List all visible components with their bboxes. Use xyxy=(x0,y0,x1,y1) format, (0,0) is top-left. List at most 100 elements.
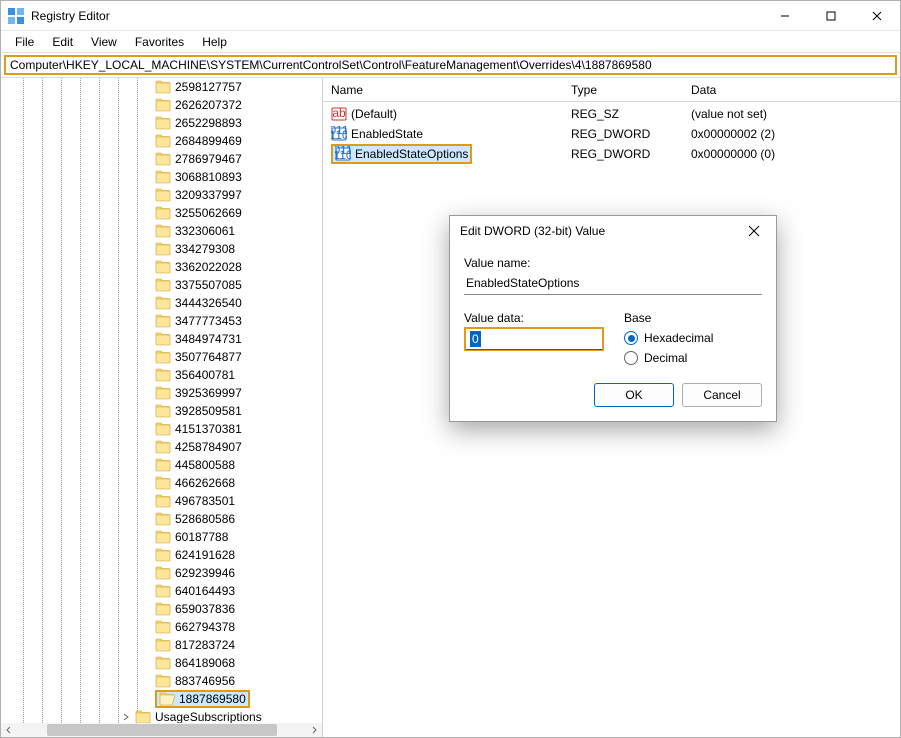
tree-item-label: 496783501 xyxy=(175,494,235,508)
col-type[interactable]: Type xyxy=(563,83,683,97)
tree-item[interactable]: 356400781 xyxy=(1,366,322,384)
tree-item[interactable]: 528680586 xyxy=(1,510,322,528)
tree-item[interactable]: 2598127757 xyxy=(1,78,322,96)
value-name: (Default) xyxy=(351,107,397,121)
tree-item-label: 629239946 xyxy=(175,566,235,580)
tree-item[interactable]: 332306061 xyxy=(1,222,322,240)
close-button[interactable] xyxy=(854,1,900,30)
tree-item[interactable]: 334279308 xyxy=(1,240,322,258)
tree-item[interactable]: 883746956 xyxy=(1,672,322,690)
folder-icon xyxy=(155,242,171,256)
tree-item[interactable]: 659037836 xyxy=(1,600,322,618)
tree-item[interactable]: 864189068 xyxy=(1,654,322,672)
tree-item[interactable]: 2786979467 xyxy=(1,150,322,168)
tree-item[interactable]: 3375507085 xyxy=(1,276,322,294)
folder-icon xyxy=(155,278,171,292)
dialog-close-button[interactable] xyxy=(742,219,766,243)
tree-item[interactable]: 817283724 xyxy=(1,636,322,654)
col-name[interactable]: Name xyxy=(323,83,563,97)
radio-hex[interactable]: Hexadecimal xyxy=(624,331,762,345)
tree-item-label: 2786979467 xyxy=(175,152,242,166)
folder-icon xyxy=(155,512,171,526)
tree-item[interactable]: 662794378 xyxy=(1,618,322,636)
values-list[interactable]: ab(Default)REG_SZ(value not set)011110En… xyxy=(323,102,900,164)
scroll-right-icon[interactable] xyxy=(306,723,322,737)
ok-button[interactable]: OK xyxy=(594,383,674,407)
folder-icon xyxy=(155,476,171,490)
menu-edit[interactable]: Edit xyxy=(44,33,81,51)
tree-item[interactable]: 3477773453 xyxy=(1,312,322,330)
tree-item-label: 3477773453 xyxy=(175,314,242,328)
chevron-right-icon[interactable] xyxy=(121,711,133,723)
tree-item[interactable]: 466262668 xyxy=(1,474,322,492)
tree-item-label: 4258784907 xyxy=(175,440,242,454)
tree-item[interactable]: 624191628 xyxy=(1,546,322,564)
tree-item[interactable]: 60187788 xyxy=(1,528,322,546)
menu-help[interactable]: Help xyxy=(194,33,235,51)
value-name-field[interactable]: EnabledStateOptions xyxy=(464,272,762,295)
folder-icon xyxy=(155,260,171,274)
value-type: REG_DWORD xyxy=(571,127,650,141)
folder-icon xyxy=(155,152,171,166)
tree-item[interactable]: 3068810893 xyxy=(1,168,322,186)
menu-file[interactable]: File xyxy=(7,33,42,51)
tree-item[interactable]: 629239946 xyxy=(1,564,322,582)
value-type: REG_DWORD xyxy=(571,147,650,161)
scroll-left-icon[interactable] xyxy=(1,723,17,737)
folder-icon xyxy=(155,314,171,328)
tree-item[interactable]: 3925369997 xyxy=(1,384,322,402)
menu-favorites[interactable]: Favorites xyxy=(127,33,192,51)
folder-icon xyxy=(155,602,171,616)
maximize-button[interactable] xyxy=(808,1,854,30)
tree-item[interactable]: 3928509581 xyxy=(1,402,322,420)
tree-hscrollbar[interactable] xyxy=(1,723,322,737)
menu-view[interactable]: View xyxy=(83,33,125,51)
tree-item[interactable]: 4258784907 xyxy=(1,438,322,456)
tree-item[interactable]: 2684899469 xyxy=(1,132,322,150)
value-row[interactable]: ab(Default)REG_SZ(value not set) xyxy=(323,104,900,124)
tree-item-label: 640164493 xyxy=(175,584,235,598)
tree-item[interactable]: 2652298893 xyxy=(1,114,322,132)
tree-pane[interactable]: 2598127757 2626207372 26522988932684899469… xyxy=(1,78,323,737)
tree-item[interactable]: 445800588 xyxy=(1,456,322,474)
dialog-titlebar: Edit DWORD (32-bit) Value xyxy=(450,216,776,246)
tree-item[interactable]: 3484974731 xyxy=(1,330,322,348)
tree-item[interactable]: 2626207372 xyxy=(1,96,322,114)
tree-item-label: 864189068 xyxy=(175,656,235,670)
value-data-selection: 0 xyxy=(470,331,481,347)
radio-dec[interactable]: Decimal xyxy=(624,351,762,365)
col-data[interactable]: Data xyxy=(683,83,900,97)
tree-item[interactable]: 4151370381 xyxy=(1,420,322,438)
tree-item[interactable]: 3507764877 xyxy=(1,348,322,366)
reg-dword-icon: 011110 xyxy=(331,126,347,142)
address-bar-container: Computer\HKEY_LOCAL_MACHINE\SYSTEM\Curre… xyxy=(1,53,900,78)
tree-item-label: 3928509581 xyxy=(175,404,242,418)
window-title: Registry Editor xyxy=(31,9,762,23)
tree-item[interactable]: 3209337997 xyxy=(1,186,322,204)
minimize-button[interactable] xyxy=(762,1,808,30)
tree-item-label: 2626207372 xyxy=(175,98,242,112)
tree-item-label: UsageSubscriptions xyxy=(155,710,262,724)
folder-icon xyxy=(155,584,171,598)
tree-item[interactable]: 3362022028 xyxy=(1,258,322,276)
tree-item-label: 3444326540 xyxy=(175,296,242,310)
radio-dec-label: Decimal xyxy=(644,351,687,365)
tree-item[interactable]: 640164493 xyxy=(1,582,322,600)
folder-icon xyxy=(155,350,171,364)
cancel-button[interactable]: Cancel xyxy=(682,383,762,407)
folder-icon xyxy=(155,188,171,202)
folder-icon xyxy=(155,530,171,544)
tree-item[interactable]: 3444326540 xyxy=(1,294,322,312)
tree-item-selected[interactable]: 1887869580 xyxy=(1,690,322,708)
tree-item[interactable]: 3255062669 xyxy=(1,204,322,222)
folder-icon xyxy=(155,548,171,562)
address-bar[interactable]: Computer\HKEY_LOCAL_MACHINE\SYSTEM\Curre… xyxy=(4,55,897,75)
value-data-field[interactable]: 0 xyxy=(464,327,604,351)
value-row[interactable]: 011110EnabledStateOptionsREG_DWORD0x0000… xyxy=(323,144,900,164)
tree-item[interactable]: 496783501 xyxy=(1,492,322,510)
tree-item-label: 3068810893 xyxy=(175,170,242,184)
value-row[interactable]: 011110EnabledStateREG_DWORD0x00000002 (2… xyxy=(323,124,900,144)
folder-icon xyxy=(155,458,171,472)
tree-item-label: 445800588 xyxy=(175,458,235,472)
svg-text:ab: ab xyxy=(332,106,346,120)
